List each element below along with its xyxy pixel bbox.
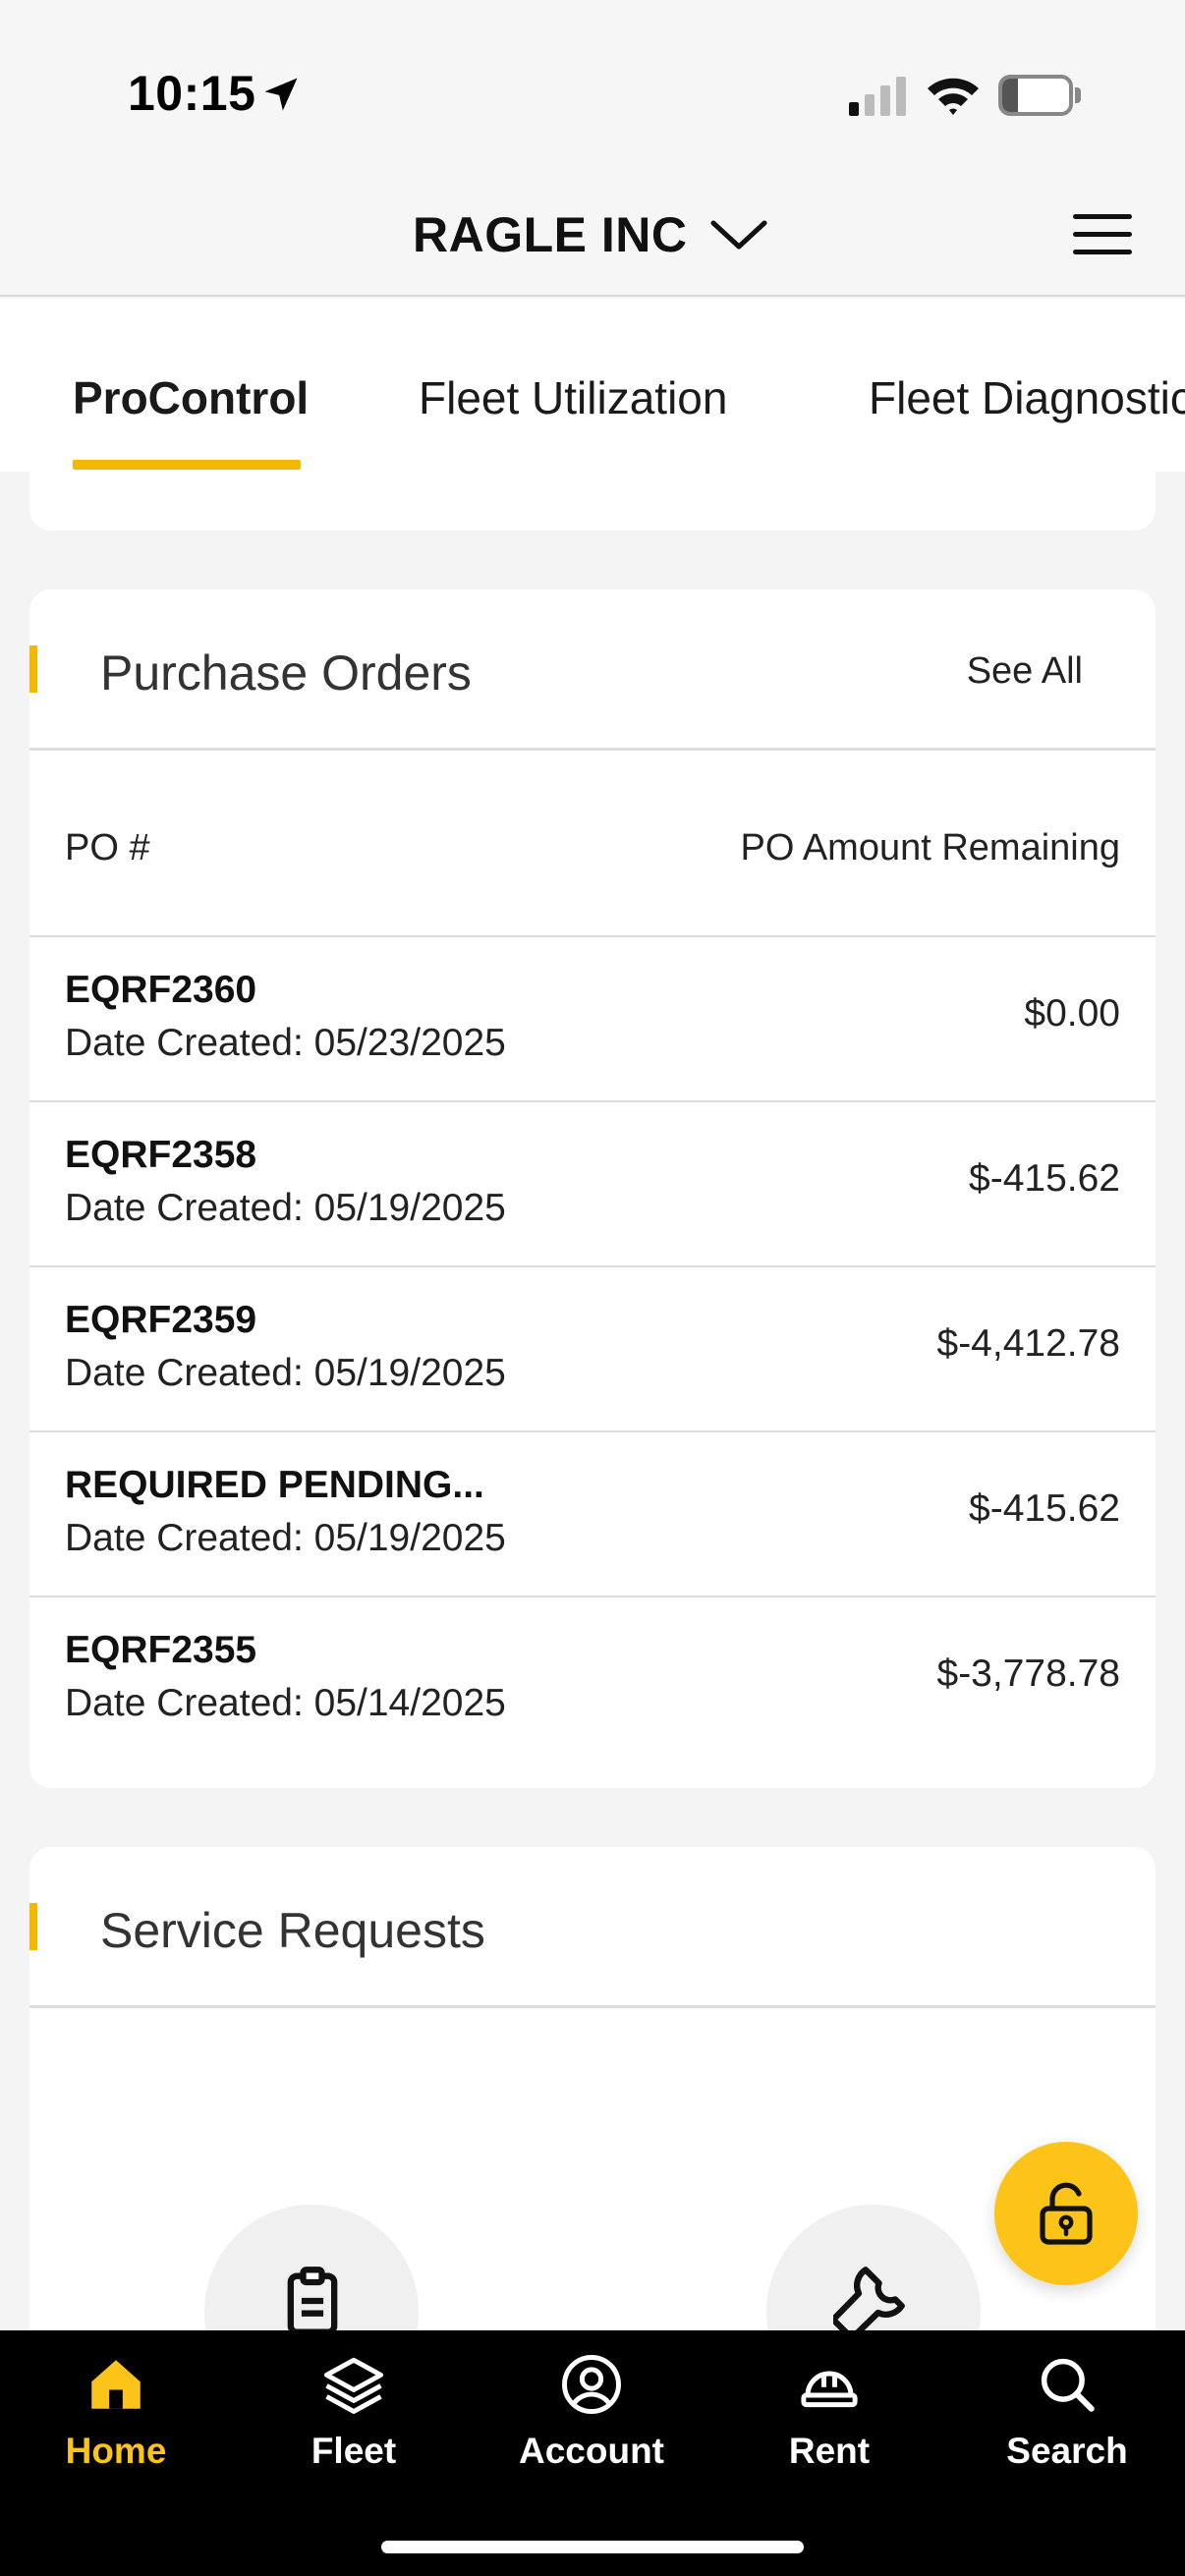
po-date-created: Date Created: 05/19/2025 (65, 1352, 506, 1394)
table-header: PO # PO Amount Remaining (29, 751, 1156, 937)
nav-home[interactable]: Home (18, 2352, 214, 2472)
tab-fleet-diagnostics[interactable]: Fleet Diagnostics (869, 371, 1185, 424)
po-row[interactable]: REQUIRED PENDING... Date Created: 05/19/… (29, 1432, 1156, 1597)
unlock-fab-button[interactable] (994, 2142, 1138, 2285)
po-number: EQRF2355 (65, 1629, 257, 1671)
previous-card (29, 470, 1156, 531)
battery-icon: 23 (998, 75, 1081, 116)
location-arrow-icon (264, 78, 298, 111)
purchase-orders-card: Purchase Orders See All PO # PO Amount R… (29, 589, 1156, 1788)
nav-home-label: Home (65, 2431, 167, 2471)
po-number: EQRF2358 (65, 1134, 257, 1176)
section-accent-bar (29, 1903, 37, 1950)
home-indicator (381, 2541, 804, 2553)
nav-account[interactable]: Account (493, 2352, 690, 2472)
company-name: RAGLE INC (413, 207, 688, 262)
purchase-orders-title: Purchase Orders (100, 645, 472, 700)
po-row[interactable]: EQRF2359 Date Created: 05/19/2025 $-4,41… (29, 1267, 1156, 1432)
nav-rent[interactable]: Rent (731, 2352, 928, 2472)
status-bar: 10:15 23 (0, 0, 1185, 177)
po-row[interactable]: EQRF2358 Date Created: 05/19/2025 $-415.… (29, 1102, 1156, 1267)
nav-fleet-label: Fleet (310, 2431, 397, 2471)
hardhat-icon (801, 2371, 858, 2408)
po-amount-remaining: $-4,412.78 (936, 1322, 1121, 1365)
po-number: EQRF2359 (65, 1299, 257, 1341)
purchase-orders-header: Purchase Orders See All (29, 589, 1156, 751)
active-tab-indicator (73, 460, 301, 470)
app-header: RAGLE INC (0, 177, 1185, 297)
nav-search-label: Search (1006, 2431, 1128, 2471)
company-selector[interactable]: RAGLE INC (413, 193, 768, 277)
po-date-created: Date Created: 05/19/2025 (65, 1517, 506, 1559)
column-po-number: PO # (65, 827, 150, 868)
po-amount-remaining: $-415.62 (969, 1487, 1120, 1530)
nav-rent-label: Rent (788, 2431, 871, 2471)
service-requests-card: Service Requests (29, 1847, 1156, 2358)
po-amount-remaining: $-415.62 (969, 1157, 1120, 1200)
wrench-icon (833, 2267, 905, 2338)
po-row[interactable]: EQRF2360 Date Created: 05/23/2025 $0.00 (29, 937, 1156, 1102)
home-icon (91, 2360, 141, 2409)
search-icon (1041, 2358, 1095, 2412)
service-requests-header: Service Requests (29, 1847, 1156, 2008)
hamburger-menu-icon[interactable] (1071, 208, 1134, 259)
po-amount-remaining: $0.00 (1024, 992, 1120, 1035)
po-date-created: Date Created: 05/23/2025 (65, 1022, 506, 1064)
column-amount-remaining: PO Amount Remaining (740, 827, 1120, 868)
nav-fleet[interactable]: Fleet (255, 2352, 452, 2472)
bottom-navigation: Home Fleet Account Rent Search (0, 2330, 1185, 2576)
po-date-created: Date Created: 05/19/2025 (65, 1187, 506, 1229)
account-icon (562, 2355, 621, 2414)
service-requests-title: Service Requests (100, 1903, 485, 1958)
battery-level: 23 (1024, 80, 1055, 110)
layers-icon (324, 2357, 383, 2414)
po-amount-remaining: $-3,778.78 (936, 1652, 1121, 1695)
tab-procontrol[interactable]: ProControl (73, 371, 309, 424)
chevron-down-icon (710, 220, 766, 250)
tab-fleet-utilization[interactable]: Fleet Utilization (419, 371, 727, 424)
nav-search[interactable]: Search (969, 2352, 1165, 2472)
nav-account-label: Account (519, 2431, 664, 2471)
status-time: 10:15 (128, 66, 256, 121)
clipboard-icon (287, 2267, 338, 2335)
po-number: EQRF2360 (65, 969, 257, 1011)
service-requests-body (29, 2008, 1156, 2358)
po-number: REQUIRED PENDING... (65, 1464, 484, 1506)
po-date-created: Date Created: 05/14/2025 (65, 1682, 506, 1724)
section-accent-bar (29, 645, 37, 693)
cellular-signal-icon (849, 77, 906, 116)
unlock-icon (1040, 2182, 1093, 2245)
wifi-icon (928, 78, 979, 115)
see-all-button[interactable]: See All (967, 650, 1083, 693)
tab-bar: ProControl Fleet Utilization Fleet Diagn… (0, 299, 1185, 472)
po-row[interactable]: EQRF2355 Date Created: 05/14/2025 $-3,77… (29, 1597, 1156, 1763)
